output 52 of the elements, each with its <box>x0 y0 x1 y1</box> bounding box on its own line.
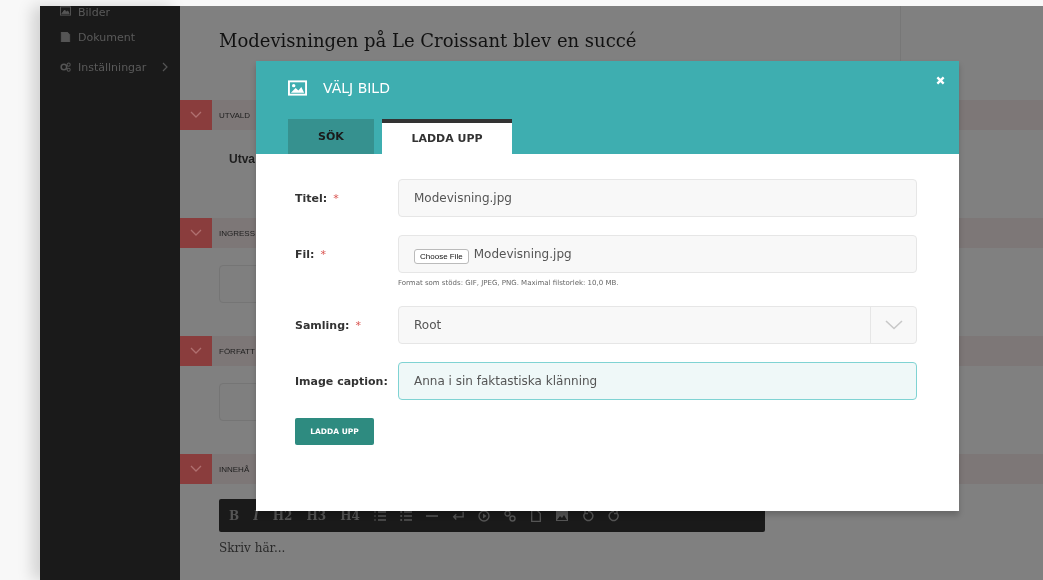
toolbar-button[interactable]: B <box>229 508 240 523</box>
gears-icon <box>60 62 71 72</box>
chevron-down-icon <box>190 347 202 355</box>
chevron-down-icon <box>884 320 903 330</box>
required-mark: * <box>320 247 326 261</box>
image-icon[interactable] <box>555 509 568 522</box>
sidebar-item[interactable]: Dokument <box>40 22 180 52</box>
chevron-down-icon <box>190 229 202 237</box>
document-icon[interactable] <box>529 509 542 522</box>
section-toggle-button[interactable] <box>180 100 212 130</box>
field-label: Fil: <box>295 247 315 261</box>
section-label: INGRESS <box>219 228 255 238</box>
image-icon <box>288 80 307 96</box>
section-label: FÖRFATT <box>219 346 255 356</box>
tab[interactable]: SÖK <box>288 119 374 154</box>
section-label: UTVALD <box>219 110 250 120</box>
sidebar-item[interactable]: Inställningar <box>40 52 180 82</box>
required-mark: * <box>355 318 361 332</box>
select-field[interactable]: Root <box>398 306 917 344</box>
bullet-list-icon[interactable] <box>399 509 412 522</box>
field-label: Titel: <box>295 191 328 205</box>
section-label: INNEHÅ <box>219 464 250 474</box>
select-value: Root <box>414 318 443 332</box>
article-title: Modevisningen på Le Croissant blev en succé <box>218 29 638 51</box>
required-mark: * <box>333 191 339 205</box>
close-icon[interactable] <box>936 76 945 85</box>
file-name: Modevisning.jpg <box>473 247 572 261</box>
chevron-down-icon <box>190 465 202 473</box>
tab[interactable]: LADDA UPP <box>382 119 512 154</box>
field-label: Samling: <box>295 318 350 332</box>
play-icon[interactable] <box>477 509 490 522</box>
section-toggle-button[interactable] <box>180 454 212 484</box>
line-break-icon[interactable] <box>451 509 464 522</box>
chevron-down-icon <box>190 111 202 119</box>
sidebar-item[interactable]: Bilder <box>40 6 180 22</box>
chevron-right-icon <box>162 62 169 72</box>
ordered-list-icon[interactable] <box>373 509 386 522</box>
field-label: Utva <box>229 152 255 166</box>
section-toggle-button[interactable] <box>180 218 212 248</box>
document-icon <box>60 32 71 42</box>
field-label: Image caption: <box>295 374 388 388</box>
image-icon <box>60 6 71 16</box>
file-field[interactable]: Choose File Modevisning.jpg <box>398 235 917 273</box>
undo-icon[interactable] <box>581 509 594 522</box>
choose-file-button[interactable]: Choose File <box>414 248 469 264</box>
dialog-title: VÄLJ BILD <box>323 80 391 96</box>
input-field[interactable]: Anna i sin faktastiska klänning <box>398 362 917 400</box>
link-icon[interactable] <box>503 509 516 522</box>
input-field[interactable]: Modevisning.jpg <box>398 179 917 217</box>
editor-placeholder[interactable]: Skriv här... <box>219 541 1043 555</box>
section-toggle-button[interactable] <box>180 336 212 366</box>
redo-icon[interactable] <box>607 509 620 522</box>
